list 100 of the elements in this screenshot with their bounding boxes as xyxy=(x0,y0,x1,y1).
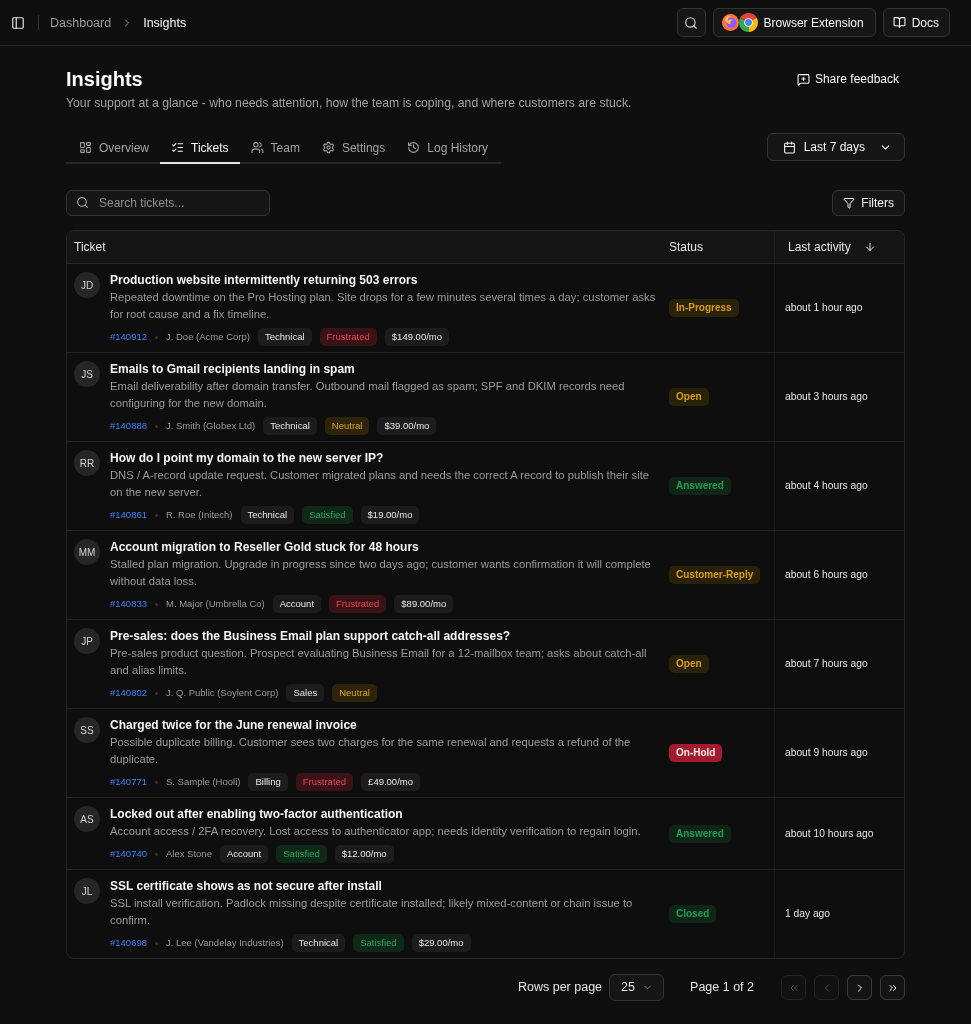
customer-name: J. Smith (Globex Ltd) xyxy=(166,419,256,433)
avatar: SS xyxy=(74,717,100,743)
settings-icon xyxy=(321,141,335,154)
tab[interactable]: Log History xyxy=(396,133,499,164)
status-badge: Open xyxy=(669,388,709,406)
sidebar-panel-icon xyxy=(11,15,25,30)
customer-name: Alex Stone xyxy=(166,847,212,861)
price-tag: $12.00/mo xyxy=(334,845,394,863)
breadcrumb-link[interactable]: Dashboard xyxy=(50,14,112,31)
last-activity-time: about 7 hours ago xyxy=(785,657,868,672)
filters-button[interactable]: Filters xyxy=(832,190,905,216)
ticket-description: Repeated downtime on the Pro Hosting plan. Site drops for a few minutes several times a day; customer asks for root cause and a fix timeline. xyxy=(110,290,657,322)
ticket-id-link[interactable]: #140888 xyxy=(110,417,147,435)
price-tag: $89.00/mo xyxy=(394,595,454,613)
category-tag: Technical xyxy=(240,506,295,524)
last-activity-time: about 1 hour ago xyxy=(785,301,863,316)
avatar: JD xyxy=(74,272,100,298)
status-badge: Closed xyxy=(669,905,717,923)
ticket-description: Pre-sales product question. Prospect evaluating Business Email for a 12-mailbox team; asks about catch-all and alias limits. xyxy=(110,646,648,678)
ticket-id-link[interactable]: #140833 xyxy=(110,595,147,613)
ticket-title: SSL certificate shows as not secure after install xyxy=(110,878,382,895)
sortable-column-header[interactable]: Last activity xyxy=(788,238,876,256)
calendar-icon xyxy=(782,140,796,154)
category-tag: Account xyxy=(272,595,322,613)
last-activity-time: 1 day ago xyxy=(785,907,831,922)
search-button[interactable] xyxy=(676,8,706,37)
ticket-id-link[interactable]: #140740 xyxy=(110,845,147,863)
ticket-description: Email deliverability after domain transfer. Outbound mail flagged as spam; SPF and DKIM records need configuring for the new domain. xyxy=(110,379,626,411)
avatar: JS xyxy=(74,361,100,387)
ticket-id-link[interactable]: #140802 xyxy=(110,684,147,702)
price-tag: $19.00/mo xyxy=(360,506,420,524)
customer-name: M. Major (Umbrella Co) xyxy=(166,597,265,611)
category-tag: Technical xyxy=(291,934,346,952)
last-activity-time: about 6 hours ago xyxy=(785,568,868,583)
sentiment-tag: Neutral xyxy=(332,684,377,702)
users-icon xyxy=(250,141,264,154)
rows-per-page-label: Rows per page xyxy=(517,979,603,997)
customer-name: J. Doe (Acme Corp) xyxy=(166,330,250,344)
docs-button[interactable]: Docs xyxy=(882,8,950,37)
sentiment-tag: Frustrated xyxy=(319,328,377,346)
status-badge: On-Hold xyxy=(669,744,723,762)
category-tag: Billing xyxy=(248,773,288,791)
sentiment-tag: Satisfied xyxy=(276,845,327,863)
breadcrumb-link[interactable]: Insights xyxy=(143,14,187,31)
rows-per-page-select[interactable]: 25 xyxy=(609,974,665,1001)
avatar: JL xyxy=(74,878,100,904)
avatar: MM xyxy=(74,539,100,565)
message-plus-icon xyxy=(796,72,810,86)
funnel-icon xyxy=(843,197,856,209)
customer-name: J. Q. Public (Soylent Corp) xyxy=(166,686,279,700)
ticket-title: Production website intermittently returning 503 errors xyxy=(110,272,418,289)
column-header: Ticket xyxy=(74,239,106,256)
ticket-title: Pre-sales: does the Business Email plan support catch-all addresses? xyxy=(110,628,511,645)
last-activity-time: about 3 hours ago xyxy=(785,390,868,405)
ticket-id-link[interactable]: #140861 xyxy=(110,506,147,524)
search-field[interactable]: Search tickets... xyxy=(66,190,270,216)
tab[interactable]: Team xyxy=(239,133,311,164)
tab[interactable]: Tickets xyxy=(160,133,240,164)
price-tag: $29.00/mo xyxy=(411,934,471,952)
category-tag: Technical xyxy=(263,417,317,435)
sentiment-tag: Neutral xyxy=(324,417,370,435)
ticket-title: How do I point my domain to the new server IP? xyxy=(110,450,384,467)
avatar: RR xyxy=(74,450,100,476)
browser-extension-button[interactable]: Browser Extension xyxy=(712,8,876,37)
ticket-title: Account migration to Reseller Gold stuck for 48 hours xyxy=(110,539,419,556)
dashboard-grid-icon xyxy=(79,141,92,154)
checklist-icon xyxy=(171,141,184,154)
avatar: JP xyxy=(74,628,100,654)
date-range-button[interactable]: Last 7 days xyxy=(766,133,905,161)
customer-name: J. Lee (Vandelay Industries) xyxy=(166,936,284,950)
tab[interactable]: Settings xyxy=(310,133,397,164)
sentiment-tag: Frustrated xyxy=(329,595,387,613)
share-feedback-button[interactable]: Share feedback xyxy=(790,67,905,91)
last-page-button[interactable] xyxy=(880,975,905,1000)
page-indicator: Page 1 of 2 xyxy=(690,979,754,997)
price-tag: $149.00/mo xyxy=(384,328,449,346)
ticket-title: Emails to Gmail recipients landing in spam xyxy=(110,361,355,378)
ticket-id-link[interactable]: #140912 xyxy=(110,328,147,346)
status-badge: Answered xyxy=(669,824,731,843)
ticket-id-link[interactable]: #140698 xyxy=(110,934,147,952)
history-icon xyxy=(407,141,421,154)
search-icon xyxy=(684,15,699,30)
ticket-description: DNS / A-record update request. Customer migrated plans and needs the correct A record to publish their site on the new server. xyxy=(110,468,651,500)
search-icon xyxy=(76,196,89,209)
last-activity-time: about 9 hours ago xyxy=(785,746,868,761)
price-tag: $39.00/mo xyxy=(377,417,437,435)
last-activity-time: about 4 hours ago xyxy=(785,479,868,494)
tab[interactable]: Overview xyxy=(68,133,160,164)
avatar: AS xyxy=(74,806,100,832)
ticket-description: SSL install verification. Padlock missing despite certificate installed; likely mixed-content or chain issue to confirm. xyxy=(110,896,634,928)
customer-name: S. Sample (Hooli) xyxy=(166,775,241,789)
category-tag: Technical xyxy=(257,328,312,346)
browser-logo-icon xyxy=(721,14,739,31)
category-tag: Sales xyxy=(286,684,325,702)
sentiment-tag: Frustrated xyxy=(295,773,354,791)
customer-name: R. Roe (Initech) xyxy=(166,508,233,522)
ticket-id-link[interactable]: #140771 xyxy=(110,773,147,791)
status-badge: Answered xyxy=(669,477,731,495)
last-activity-time: about 10 hours ago xyxy=(785,826,874,841)
status-badge: Open xyxy=(669,655,709,673)
